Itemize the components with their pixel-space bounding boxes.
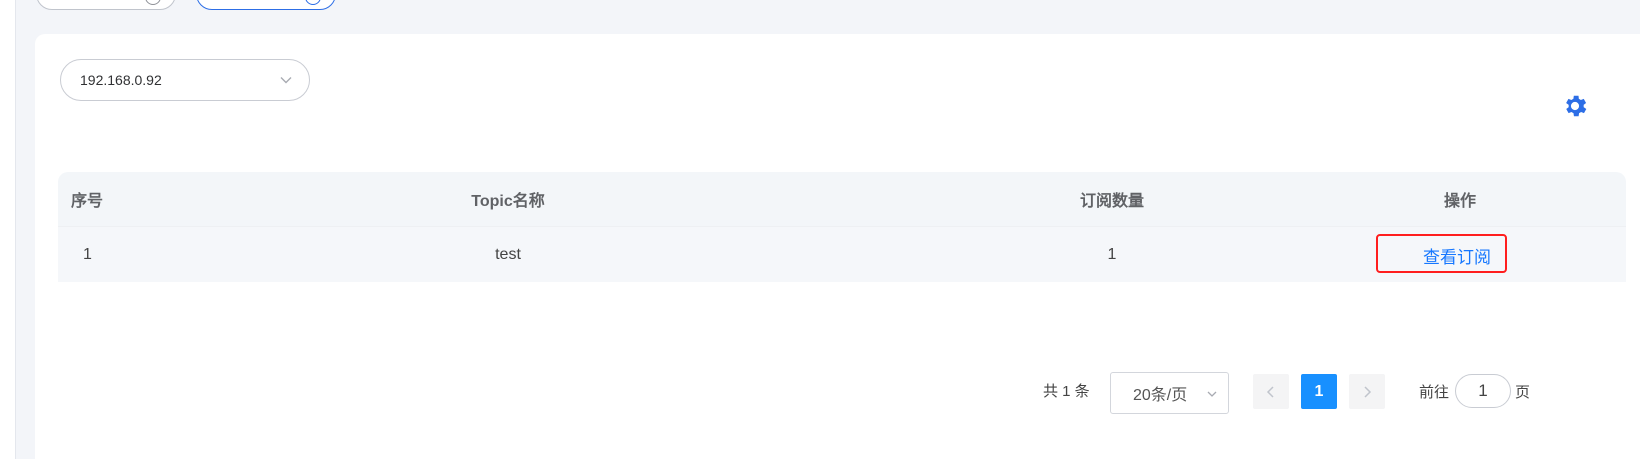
row-topic: test [495,245,521,263]
goto-label: 前往 [1419,384,1450,401]
row-index: 1 [83,245,92,263]
ip-select[interactable]: 192.168.0.92 [60,59,310,101]
tab-close-icon[interactable] [145,0,161,5]
ip-select-value: 192.168.0.92 [80,72,162,88]
row-count: 1 [1107,245,1117,263]
pagination: 共 1 条 20条/页 1 前往 页 [0,372,1640,414]
view-subscriptions-link[interactable]: 查看订阅 [1423,227,1491,283]
page-size-select[interactable]: 20条/页 [1110,372,1229,414]
tab-close-icon[interactable] [305,0,321,5]
page-1-button[interactable]: 1 [1301,374,1337,409]
page-size-value: 20条/页 [1133,387,1188,404]
table-row: 1 test 1 查看订阅 [58,226,1626,282]
chevron-down-icon [280,77,292,84]
table-header: 序号 Topic名称 订阅数量 操作 [58,172,1626,226]
next-page-button[interactable] [1349,374,1385,409]
pagination-total: 共 1 条 [1043,383,1090,400]
header-index: 序号 [71,193,104,210]
topic-table: 序号 Topic名称 订阅数量 操作 1 test 1 查看订阅 [58,172,1626,282]
gear-icon[interactable] [1561,92,1589,120]
top-tab-2-active[interactable] [196,0,336,10]
top-tab-1[interactable] [36,0,176,10]
chevron-left-icon [1266,385,1274,398]
prev-page-button[interactable] [1253,374,1289,409]
header-topic: Topic名称 [471,193,545,210]
goto-page-input[interactable] [1455,374,1511,408]
goto-suffix: 页 [1515,384,1531,401]
chevron-right-icon [1364,385,1372,398]
chevron-down-icon [1207,391,1217,397]
header-action: 操作 [1443,193,1476,210]
header-count: 订阅数量 [1079,193,1144,210]
